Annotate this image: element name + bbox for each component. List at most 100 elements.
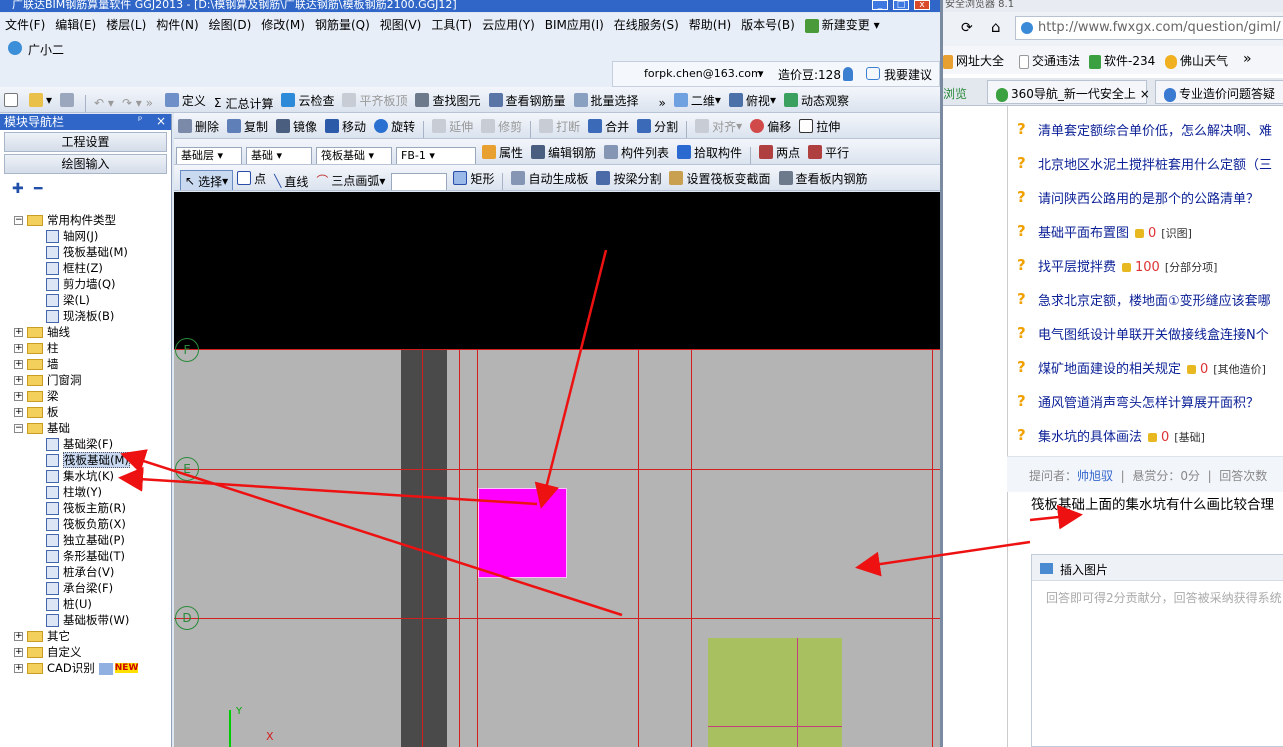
assistant-name[interactable]: 广小二 [28, 41, 64, 58]
question-title[interactable]: 基础平面布置图 [1038, 226, 1129, 241]
view-slab-rebar-button[interactable]: 查看板内钢筋 [775, 165, 872, 190]
find-element-button[interactable]: 查找图元 [411, 87, 484, 112]
tree-item[interactable]: 集水坑(K) [46, 468, 114, 484]
delete-button[interactable]: 删除 [174, 113, 223, 138]
tree-folder[interactable]: + 梁 [14, 388, 59, 404]
menu-draw[interactable]: 绘图(D) [204, 13, 257, 37]
suggest-link[interactable]: 我要建议 [884, 66, 932, 83]
question-title[interactable]: 急求北京定额，楼地面①变形缝应该套哪 [1038, 294, 1271, 309]
question-tag[interactable]: [基础] [1174, 431, 1205, 444]
split-by-beam-button[interactable]: 按梁分割 [592, 165, 665, 190]
project-settings-button[interactable]: 工程设置 [4, 132, 167, 152]
merge-button[interactable]: 合并 [584, 113, 633, 138]
tree-item[interactable]: 独立基础(P) [46, 532, 125, 548]
tree-folder[interactable]: + 自定义 [14, 644, 82, 660]
bookmark-more-icon[interactable]: » [1243, 51, 1252, 67]
collapse-all-icon[interactable]: ━ [34, 181, 42, 197]
expand-icon[interactable]: + [14, 664, 23, 673]
tree-folder[interactable]: + 墙 [14, 356, 59, 372]
parallel-axis-button[interactable]: 平行 [804, 139, 853, 164]
question-title[interactable]: 找平层搅拌费 [1038, 260, 1116, 275]
bookmark-traffic[interactable]: 交通违法 [1019, 52, 1080, 69]
question-item[interactable]: 找平层搅拌费 100 [分部分项] [1038, 258, 1217, 278]
tab-qa[interactable]: 专业造价问题答疑 [1155, 80, 1283, 104]
tree-item[interactable]: 筏板基础(M) [46, 452, 130, 468]
move-button[interactable]: 移动 [321, 113, 370, 138]
tree-folder[interactable]: + 轴线 [14, 324, 70, 340]
column-pier[interactable] [708, 638, 842, 747]
tree-item[interactable]: 柱墩(Y) [46, 484, 102, 500]
expand-icon[interactable]: + [14, 328, 23, 337]
question-item[interactable]: 北京地区水泥土搅拌桩套用什么定额（三 [1038, 156, 1272, 176]
collapse-icon[interactable]: − [14, 216, 23, 225]
tab-360-nav[interactable]: 360导航_新一代安全上 × [987, 80, 1150, 104]
menu-version[interactable]: 版本号(B) [736, 13, 800, 37]
tree-item[interactable]: 框柱(Z) [46, 260, 103, 276]
line-tool[interactable]: ╲ 直线 [270, 168, 312, 190]
top-view-dropdown[interactable]: 俯视 ▾ [725, 87, 780, 112]
minimize-button[interactable]: _ [872, 0, 888, 10]
extend-button[interactable]: 延伸 [428, 113, 477, 138]
tree-item[interactable]: 基础梁(F) [46, 436, 113, 452]
answer-input[interactable]: 回答即可得2分贡献分，回答被采纳获得系统 [1046, 589, 1282, 606]
tree-item[interactable]: 剪力墙(Q) [46, 276, 116, 292]
define-button[interactable]: 定义 [161, 87, 210, 112]
question-item[interactable]: 急求北京定额，楼地面①变形缝应该套哪 [1038, 292, 1271, 312]
menu-file[interactable]: 文件(F) [0, 13, 50, 37]
question-item[interactable]: 通风管道消声弯头怎样计算展开面积？ [1038, 394, 1259, 414]
break-button[interactable]: 打断 [535, 113, 584, 138]
tree-folder[interactable]: + 柱 [14, 340, 59, 356]
tab-browse[interactable]: 浏览 [943, 85, 967, 102]
edit-rebar-button[interactable]: 编辑钢筋 [527, 139, 600, 164]
auto-generate-slab-button[interactable]: 自动生成板 [507, 165, 592, 190]
tree-folder[interactable]: − 常用构件类型 [14, 212, 116, 228]
tree-folder[interactable]: − 基础 [14, 420, 70, 436]
expand-icon[interactable]: + [14, 408, 23, 417]
rectangle-tool[interactable]: 矩形 [449, 165, 498, 190]
insert-image-button[interactable]: 插入图片 [1060, 561, 1108, 578]
menu-help[interactable]: 帮助(H) [684, 13, 736, 37]
menu-cloud[interactable]: 云应用(Y) [477, 13, 540, 37]
account-email[interactable]: forpk.chen@163.com [644, 67, 762, 80]
dynamic-view-button[interactable]: 动态观察 [780, 87, 853, 112]
expand-icon[interactable]: + [14, 648, 23, 657]
tree-item[interactable]: 筏板基础(M) [46, 244, 128, 260]
properties-button[interactable]: 属性 [478, 139, 527, 164]
drawing-canvas[interactable]: F E D Y X [174, 192, 940, 747]
menu-view[interactable]: 视图(V) [375, 13, 427, 37]
undo-button[interactable]: ↶ ▾ [90, 90, 118, 112]
tree-item[interactable]: 基础板带(W) [46, 612, 129, 628]
rotate-button[interactable]: 旋转 [370, 113, 419, 138]
home-icon[interactable]: ⌂ [991, 18, 1001, 36]
category-select[interactable]: 基础 ▾ [246, 146, 312, 164]
question-title[interactable]: 清单套定额综合单价低，怎么解决啊、难 [1038, 124, 1272, 139]
type-select[interactable]: 筏板基础 ▾ [316, 146, 392, 164]
expand-all-icon[interactable]: ✚ [12, 181, 24, 197]
two-point-axis-button[interactable]: 两点 [755, 139, 804, 164]
pin-icon[interactable]: ᵖ [138, 115, 142, 126]
question-item[interactable]: 基础平面布置图 0 [识图] [1038, 224, 1192, 244]
question-title[interactable]: 请问陕西公路用的是那个的公路清单？ [1038, 192, 1259, 207]
url-input[interactable]: http://www.fwxgx.com/question/giml/ [1015, 16, 1283, 40]
menu-bim[interactable]: BIM应用(I) [540, 13, 609, 37]
trim-button[interactable]: 修剪 [477, 113, 526, 138]
menu-new-change[interactable]: 新建变更 ▾ [800, 13, 885, 37]
expand-icon[interactable]: + [14, 360, 23, 369]
split-button[interactable]: 分割 [633, 113, 682, 138]
question-item[interactable]: 集水坑的具体画法 0 [基础] [1038, 428, 1205, 448]
collapse-icon[interactable]: − [14, 424, 23, 433]
question-item[interactable]: 清单套定额综合单价低，怎么解决啊、难 [1038, 122, 1272, 142]
bell-icon[interactable] [843, 67, 853, 81]
draw-mode-select[interactable] [391, 172, 448, 190]
question-title[interactable]: 煤矿地面建设的相关规定 [1038, 362, 1181, 377]
maximize-button[interactable]: □ [893, 0, 909, 10]
stretch-button[interactable]: 拉伸 [795, 113, 844, 138]
drawing-input-button[interactable]: 绘图输入 [4, 154, 167, 174]
account-dropdown-icon[interactable]: ▾ [758, 67, 764, 80]
expand-icon[interactable]: + [14, 392, 23, 401]
copy-button[interactable]: 复制 [223, 113, 272, 138]
tree-folder[interactable]: + 其它 [14, 628, 70, 644]
menu-rebar[interactable]: 钢筋量(Q) [310, 13, 375, 37]
mirror-button[interactable]: 镜像 [272, 113, 321, 138]
menu-component[interactable]: 构件(N) [151, 13, 203, 37]
